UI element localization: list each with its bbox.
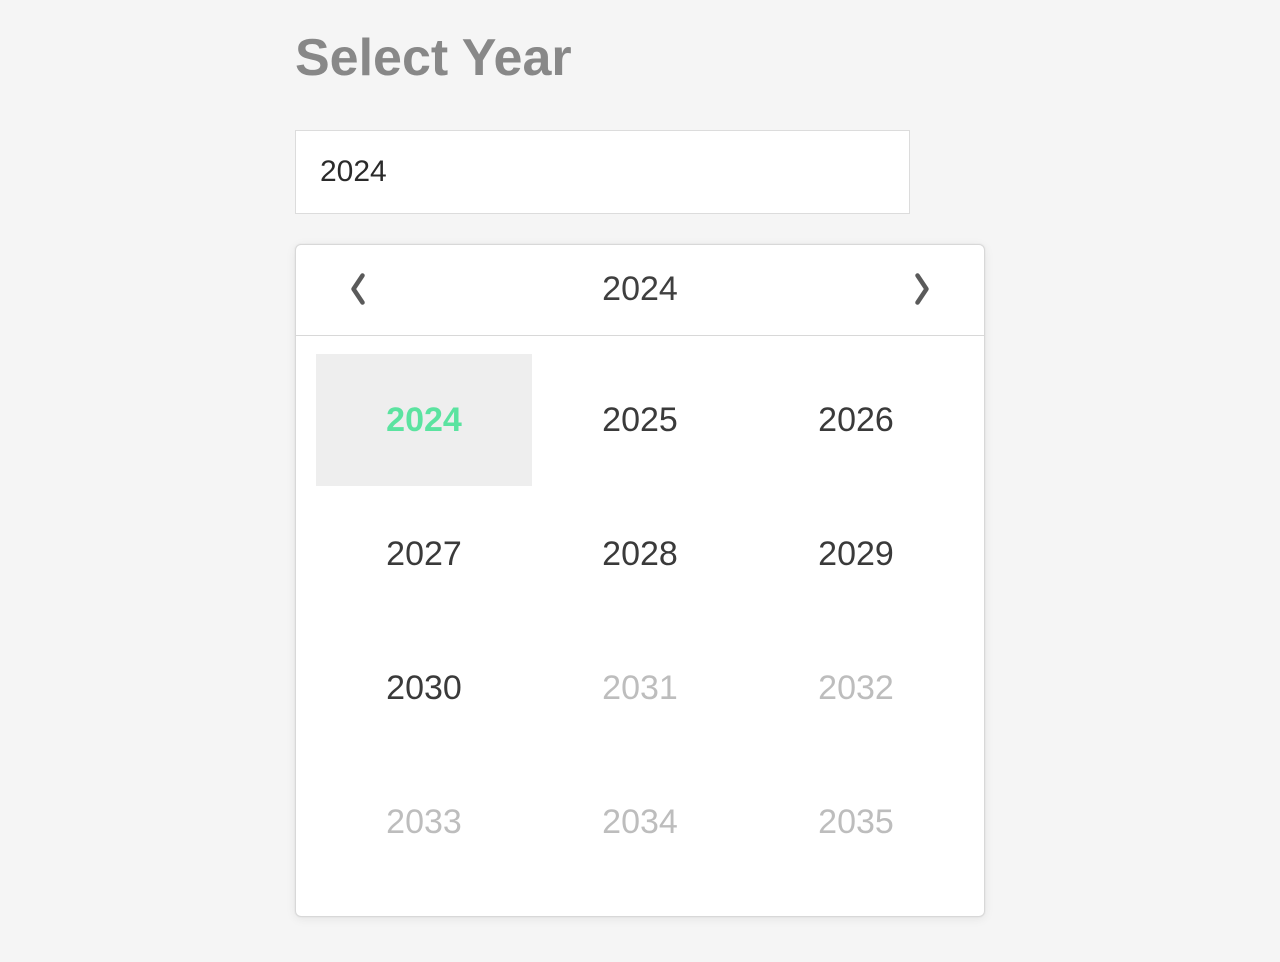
year-cell: 2035 — [748, 756, 964, 888]
year-cell[interactable]: 2027 — [316, 488, 532, 620]
chevron-left-icon — [348, 271, 368, 307]
next-button[interactable] — [902, 265, 942, 313]
year-cell[interactable]: 2028 — [532, 488, 748, 620]
year-cell: 2032 — [748, 622, 964, 754]
prev-button[interactable] — [338, 265, 378, 313]
year-cell[interactable]: 2025 — [532, 354, 748, 486]
year-picker: 2024 2024 2025 2026 2027 2028 2029 2030 … — [295, 244, 985, 917]
year-cell[interactable]: 2029 — [748, 488, 964, 620]
header-year-label[interactable]: 2024 — [602, 270, 678, 309]
year-cell: 2034 — [532, 756, 748, 888]
year-cell: 2033 — [316, 756, 532, 888]
year-input[interactable] — [295, 130, 910, 214]
page-title: Select Year — [295, 28, 1280, 88]
year-grid: 2024 2025 2026 2027 2028 2029 2030 2031 … — [296, 336, 984, 916]
year-cell[interactable]: 2030 — [316, 622, 532, 754]
picker-header: 2024 — [296, 245, 984, 336]
chevron-right-icon — [912, 271, 932, 307]
year-cell: 2031 — [532, 622, 748, 754]
year-cell[interactable]: 2026 — [748, 354, 964, 486]
year-cell[interactable]: 2024 — [316, 354, 532, 486]
